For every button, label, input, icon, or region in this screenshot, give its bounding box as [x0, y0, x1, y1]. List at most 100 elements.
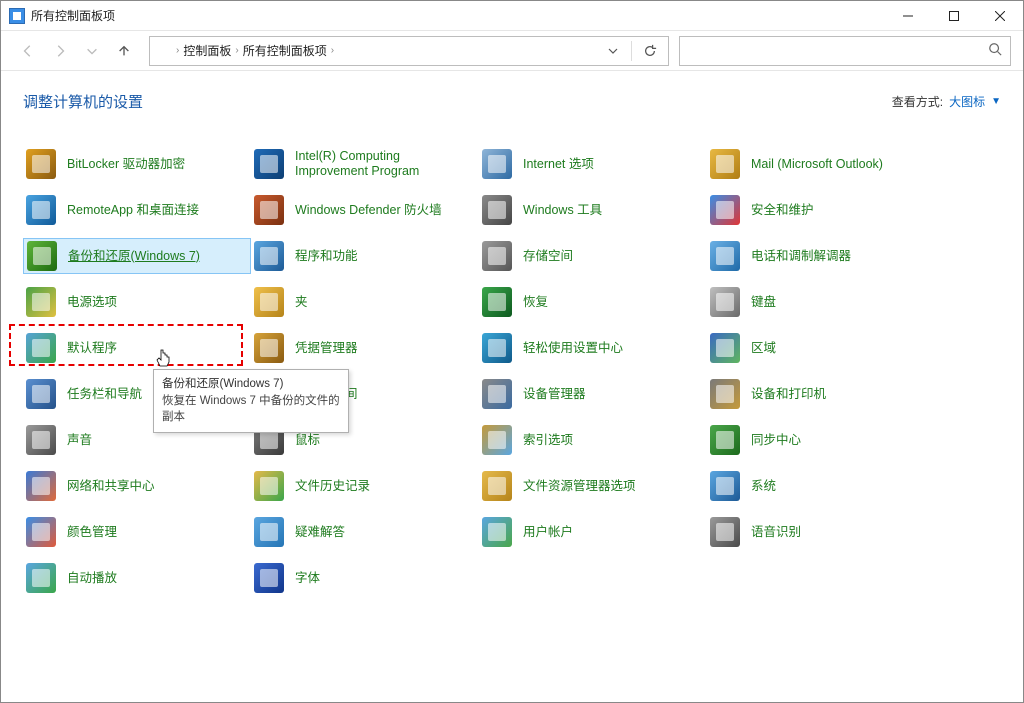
- indexing-icon: [481, 424, 513, 456]
- search-box[interactable]: [679, 36, 1011, 66]
- maximize-icon: [949, 11, 959, 21]
- recent-locations-button[interactable]: [77, 36, 107, 66]
- breadcrumb-all-items[interactable]: 所有控制面板项: [243, 42, 327, 59]
- arrow-right-icon: [53, 44, 67, 58]
- control-panel-item[interactable]: 文件历史记录: [251, 468, 479, 504]
- item-label: 文件历史记录: [295, 479, 370, 494]
- item-label: 设备和打印机: [751, 387, 826, 402]
- item-label: Intel(R) Computing Improvement Program: [295, 149, 473, 179]
- item-label: 安全和维护: [751, 203, 814, 218]
- control-panel-item[interactable]: 恢复: [479, 284, 707, 320]
- keyboard-icon: [709, 286, 741, 318]
- item-label: 文件资源管理器选项: [523, 479, 636, 494]
- control-panel-item[interactable]: 凭据管理器: [251, 330, 479, 366]
- autoplay-icon: [25, 562, 57, 594]
- control-panel-item[interactable]: 颜色管理: [23, 514, 251, 550]
- fonts-icon: [253, 562, 285, 594]
- item-label: 默认程序: [67, 341, 117, 356]
- item-label: Windows Defender 防火墙: [295, 203, 442, 218]
- address-dropdown-button[interactable]: [601, 39, 625, 63]
- item-label: 设备管理器: [523, 387, 586, 402]
- search-icon: [988, 42, 1002, 59]
- control-panel-item[interactable]: Intel(R) Computing Improvement Program: [251, 146, 479, 182]
- breadcrumb-control-panel[interactable]: 控制面板: [183, 42, 231, 59]
- item-label: 电话和调制解调器: [751, 249, 851, 264]
- control-panel-item[interactable]: 设备和打印机: [707, 376, 935, 412]
- item-label: 颜色管理: [67, 525, 117, 540]
- item-label: 恢复: [523, 295, 548, 310]
- control-panel-item[interactable]: 文件资源管理器选项: [479, 468, 707, 504]
- control-panel-item[interactable]: Windows Defender 防火墙: [251, 192, 479, 228]
- refresh-icon: [643, 44, 657, 58]
- minimize-button[interactable]: [885, 1, 931, 31]
- window-controls: [885, 1, 1023, 31]
- maximize-button[interactable]: [931, 1, 977, 31]
- breadcrumb-separator: ›: [235, 45, 238, 56]
- address-bar[interactable]: › 控制面板 › 所有控制面板项 ›: [149, 36, 669, 66]
- control-panel-item[interactable]: 网络和共享中心: [23, 468, 251, 504]
- window-title: 所有控制面板项: [31, 7, 885, 24]
- control-panel-item[interactable]: 用户帐户: [479, 514, 707, 550]
- control-panel-item[interactable]: 夹: [251, 284, 479, 320]
- close-icon: [995, 11, 1005, 21]
- control-panel-item[interactable]: 备份和还原(Windows 7): [23, 238, 251, 274]
- taskbar-icon: [25, 378, 57, 410]
- control-panel-item[interactable]: 疑难解答: [251, 514, 479, 550]
- item-label: 索引选项: [523, 433, 573, 448]
- breadcrumb-separator: ›: [176, 45, 179, 56]
- control-panel-item[interactable]: RemoteApp 和桌面连接: [23, 192, 251, 228]
- credentials-icon: [253, 332, 285, 364]
- control-panel-item[interactable]: 轻松使用设置中心: [479, 330, 707, 366]
- devices-printers-icon: [709, 378, 741, 410]
- control-panel-item[interactable]: 索引选项: [479, 422, 707, 458]
- search-input[interactable]: [688, 43, 988, 59]
- item-label: 系统: [751, 479, 776, 494]
- control-panel-item[interactable]: 系统: [707, 468, 935, 504]
- control-panel-item[interactable]: 设备管理器: [479, 376, 707, 412]
- titlebar: 所有控制面板项: [1, 1, 1023, 31]
- storage-icon: [481, 240, 513, 272]
- backup-icon: [26, 240, 58, 272]
- ease-of-access-icon: [481, 332, 513, 364]
- control-panel-item[interactable]: 程序和功能: [251, 238, 479, 274]
- control-panel-item[interactable]: 电源选项: [23, 284, 251, 320]
- forward-button[interactable]: [45, 36, 75, 66]
- item-label: 程序和功能: [295, 249, 358, 264]
- view-by-value[interactable]: 大图标: [949, 93, 985, 110]
- folder-icon: [253, 286, 285, 318]
- control-panel-item[interactable]: 存储空间: [479, 238, 707, 274]
- control-panel-item[interactable]: 默认程序: [23, 330, 251, 366]
- intel-icon: [253, 148, 285, 180]
- control-panel-item[interactable]: Internet 选项: [479, 146, 707, 182]
- control-panel-item[interactable]: Mail (Microsoft Outlook): [707, 146, 935, 182]
- control-panel-item[interactable]: 字体: [251, 560, 479, 596]
- control-panel-item[interactable]: 电话和调制解调器: [707, 238, 935, 274]
- control-panel-item[interactable]: 键盘: [707, 284, 935, 320]
- back-button[interactable]: [13, 36, 43, 66]
- content-header: 调整计算机的设置 查看方式: 大图标 ▼: [23, 91, 1001, 112]
- control-panel-item[interactable]: 安全和维护: [707, 192, 935, 228]
- tooltip-title: 备份和还原(Windows 7): [162, 376, 340, 393]
- item-label: 电源选项: [67, 295, 117, 310]
- close-button[interactable]: [977, 1, 1023, 31]
- mail-icon: [709, 148, 741, 180]
- control-panel-item[interactable]: BitLocker 驱动器加密: [23, 146, 251, 182]
- control-panel-item[interactable]: 语音识别: [707, 514, 935, 550]
- power-icon: [25, 286, 57, 318]
- chevron-down-icon: [608, 46, 618, 56]
- divider: [631, 41, 632, 61]
- sound-icon: [25, 424, 57, 456]
- bitlocker-icon: [25, 148, 57, 180]
- tooltip-body: 恢复在 Windows 7 中备份的文件的副本: [162, 393, 340, 426]
- up-button[interactable]: [109, 36, 139, 66]
- control-panel-window: 所有控制面板项 › 控制面板: [0, 0, 1024, 703]
- item-label: 轻松使用设置中心: [523, 341, 623, 356]
- item-label: 用户帐户: [523, 525, 573, 540]
- view-by-control[interactable]: 查看方式: 大图标 ▼: [892, 93, 1001, 110]
- refresh-button[interactable]: [638, 39, 662, 63]
- item-label: 语音识别: [751, 525, 801, 540]
- control-panel-item[interactable]: 同步中心: [707, 422, 935, 458]
- control-panel-item[interactable]: Windows 工具: [479, 192, 707, 228]
- control-panel-item[interactable]: 区域: [707, 330, 935, 366]
- control-panel-item[interactable]: 自动播放: [23, 560, 251, 596]
